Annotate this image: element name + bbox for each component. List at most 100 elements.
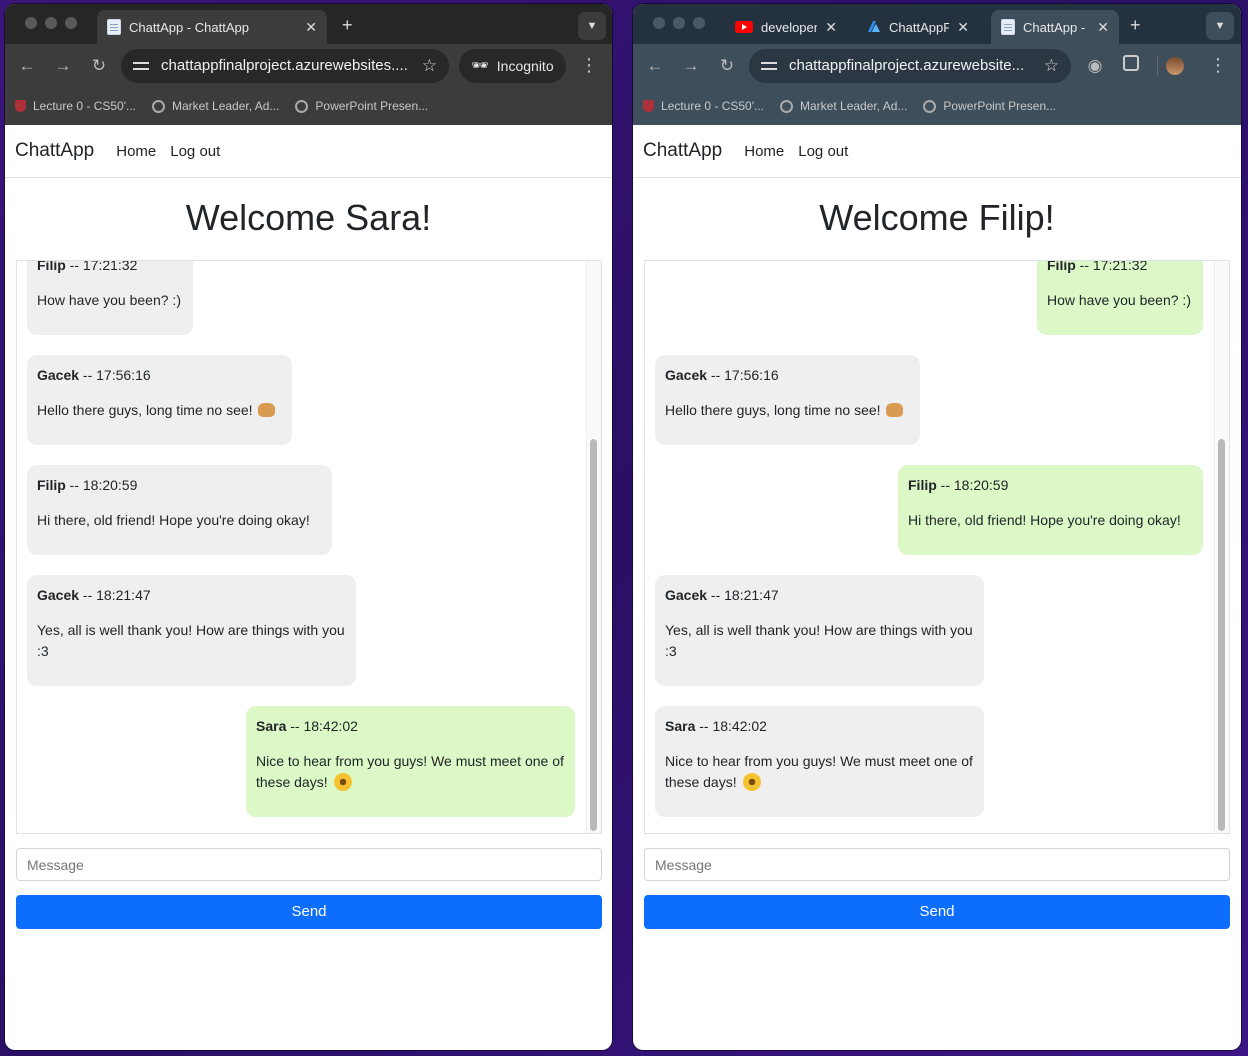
close-icon[interactable]: ✕ (957, 19, 969, 36)
message-text-content: Hi there, old friend! Hope you're doing … (37, 512, 310, 528)
message-meta: Gacek -- 17:56:16 (665, 365, 779, 386)
reload-icon[interactable]: ↻ (709, 56, 745, 76)
message-text-content: How have you been? :) (37, 292, 181, 308)
divider (1157, 55, 1158, 76)
bookmark-item[interactable]: Market Leader, Ad... (152, 99, 279, 113)
browser-window-left: ChattApp - ChattApp ✕ + ▼ ← → ↻ chattapp… (5, 4, 612, 1050)
message-time: -- 17:56:16 (707, 367, 779, 383)
bookmark-label: Lecture 0 - CS50'... (33, 99, 137, 113)
new-tab-button[interactable]: + (342, 15, 353, 36)
back-icon[interactable]: ← (637, 56, 673, 76)
nav-home[interactable]: Home (744, 143, 784, 160)
bookmarks-bar: Lecture 0 - CS50'... Market Leader, Ad..… (633, 87, 1241, 125)
send-button[interactable]: Send (644, 895, 1230, 929)
close-icon[interactable]: ✕ (825, 19, 837, 36)
message-text-content: Hi there, old friend! Hope you're doing … (908, 512, 1181, 528)
scrollbar-thumb[interactable] (590, 439, 597, 831)
tab-developer[interactable]: developerl ✕ (725, 10, 847, 44)
forward-icon[interactable]: → (45, 56, 81, 76)
message-text: How have you been? :) (37, 290, 183, 311)
tab-chattappf[interactable]: ChattAppF ✕ (857, 10, 979, 44)
reload-icon[interactable]: ↻ (81, 56, 117, 76)
forward-icon[interactable]: → (673, 56, 709, 76)
message-bubble: Gacek -- 18:21:47 Yes, all is well thank … (27, 575, 356, 686)
incognito-badge[interactable]: 🕶 Incognito (459, 48, 566, 83)
tab-title: ChattApp - ChattApp (129, 19, 249, 35)
message-text-content: Hello there guys, long time no see! (37, 402, 253, 418)
puzzle-icon[interactable] (1113, 55, 1149, 76)
message-input[interactable] (16, 848, 602, 881)
nav-home[interactable]: Home (116, 143, 156, 160)
tab-strip: ChattApp - ChattApp ✕ + ▼ (5, 4, 612, 44)
scrollbar[interactable] (586, 261, 601, 833)
nav-logout[interactable]: Log out (170, 143, 220, 160)
new-tab-button[interactable]: + (1130, 15, 1141, 36)
message-text: Hello there guys, long time no see! (665, 400, 910, 421)
message-text-content: Nice to hear from you guys! We must meet… (665, 753, 973, 790)
star-icon[interactable]: ☆ (1044, 56, 1059, 76)
message-sender: Sara (256, 718, 287, 734)
site-settings-icon[interactable] (133, 59, 149, 73)
bookmark-item[interactable]: Lecture 0 - CS50'... (643, 99, 764, 113)
address-bar[interactable]: chattappfinalproject.azurewebsite... ☆ (749, 48, 1071, 83)
window-controls[interactable] (653, 17, 705, 29)
app-navbar: ChattApp Home Log out (5, 125, 612, 178)
cat-emoji-icon (258, 403, 276, 417)
harvard-icon (643, 100, 654, 112)
message-bubble: Filip -- 18:20:59 Hi there, old friend! H… (898, 465, 1203, 555)
message-list[interactable]: Filip -- 17:21:32 How have you been? :) Ga… (16, 260, 602, 834)
message-sender: Sara (665, 718, 696, 734)
message-text: Hello there guys, long time no see! (37, 400, 282, 421)
message-sender: Filip (37, 477, 66, 493)
site-settings-icon[interactable] (761, 59, 777, 73)
message-time: -- 18:42:02 (286, 718, 358, 734)
message-list[interactable]: Filip -- 17:21:32 How have you been? :) Ga… (644, 260, 1230, 834)
bookmark-item[interactable]: Lecture 0 - CS50'... (15, 99, 136, 113)
menu-icon[interactable]: ⋮ (580, 55, 598, 76)
message-bubble: Filip -- 18:20:59 Hi there, old friend! H… (27, 465, 332, 555)
flower-emoji-icon (333, 773, 352, 791)
message-text-content: Yes, all is well thank you! How are thin… (665, 622, 973, 659)
back-icon[interactable]: ← (9, 56, 45, 76)
message-meta: Filip -- 18:20:59 (37, 475, 137, 496)
message-meta: Sara -- 18:42:02 (665, 716, 767, 737)
bookmark-item[interactable]: PowerPoint Presen... (295, 99, 428, 113)
star-icon[interactable]: ☆ (422, 56, 437, 76)
scrollbar-thumb[interactable] (1218, 439, 1225, 831)
scrollbar[interactable] (1214, 261, 1229, 833)
brand-link[interactable]: ChattApp (15, 140, 94, 162)
url-text: chattappfinalproject.azurewebsites.... (161, 57, 408, 74)
message-sender: Filip (37, 260, 66, 273)
menu-icon[interactable]: ⋮ (1209, 55, 1227, 76)
message-meta: Filip -- 17:21:32 (1047, 261, 1147, 276)
cat-emoji-icon (886, 403, 904, 417)
tab-title: ChattApp - (1023, 19, 1086, 35)
tab-chattapp[interactable]: ChattApp - ✕ (991, 10, 1119, 44)
azure-icon (868, 21, 880, 32)
incognito-icon: 🕶 (471, 57, 489, 73)
tab-chattapp[interactable]: ChattApp - ChattApp ✕ (97, 10, 327, 44)
bookmark-item[interactable]: PowerPoint Presen... (923, 99, 1056, 113)
close-icon[interactable]: ✕ (1097, 19, 1109, 36)
message-text: Yes, all is well thank you! How are thin… (37, 620, 346, 662)
avatar[interactable] (1166, 56, 1184, 75)
toolbar: ← → ↻ chattappfinalproject.azurewebsite.… (633, 44, 1241, 87)
send-button[interactable]: Send (16, 895, 602, 929)
message-text: Hi there, old friend! Hope you're doing … (37, 510, 322, 531)
extension-icon[interactable]: ◉ (1077, 56, 1113, 76)
brand-link[interactable]: ChattApp (643, 140, 722, 162)
message-text: Hi there, old friend! Hope you're doing … (908, 510, 1193, 531)
message-bubble: Sara -- 18:42:02 Nice to hear from you gu… (655, 706, 984, 817)
message-input[interactable] (644, 848, 1230, 881)
chevron-down-icon[interactable]: ▼ (578, 12, 606, 40)
close-icon[interactable]: ✕ (305, 19, 317, 36)
chevron-down-icon[interactable]: ▼ (1206, 12, 1234, 40)
bookmark-item[interactable]: Market Leader, Ad... (780, 99, 907, 113)
bookmark-label: Lecture 0 - CS50'... (661, 99, 765, 113)
globe-icon (780, 99, 794, 113)
address-bar[interactable]: chattappfinalproject.azurewebsites.... ☆ (121, 48, 449, 83)
globe-icon (295, 99, 309, 113)
message-time: -- 18:42:02 (695, 718, 767, 734)
nav-logout[interactable]: Log out (798, 143, 848, 160)
window-controls[interactable] (25, 17, 77, 29)
